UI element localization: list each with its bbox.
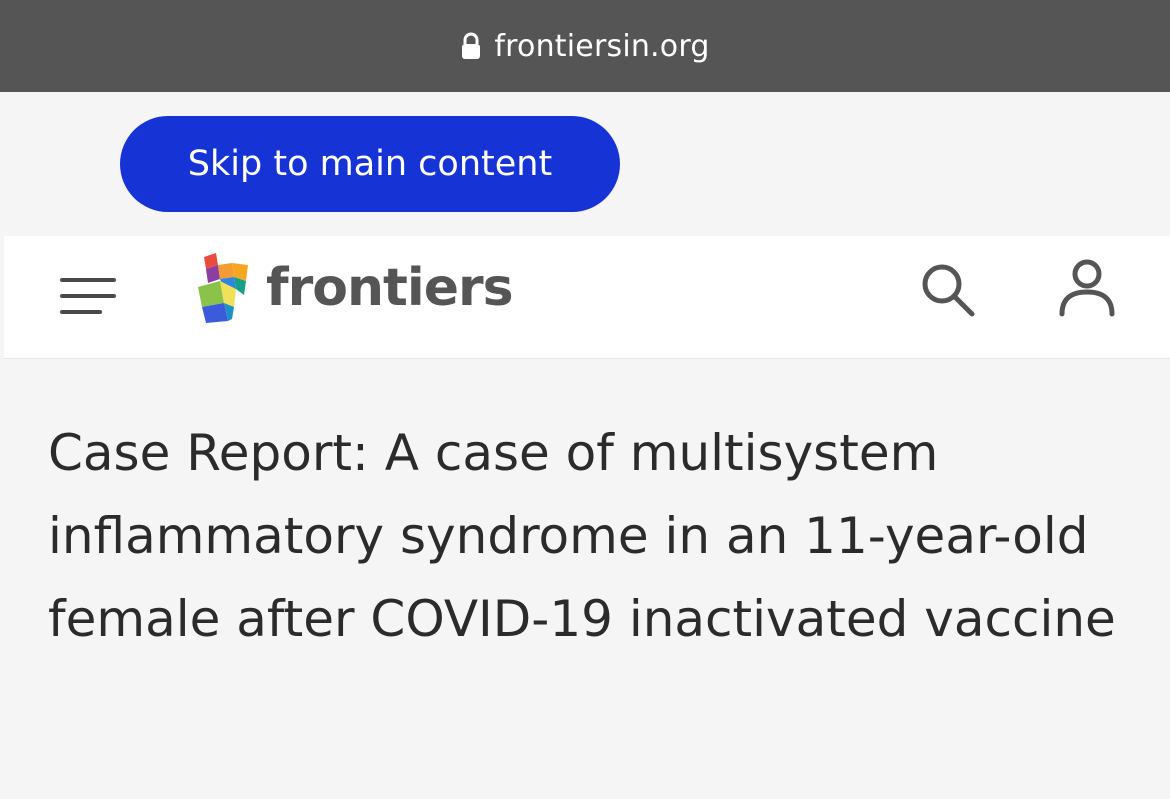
site-header: frontiers [4, 236, 1170, 358]
skip-link-area: Skip to main content [0, 92, 1170, 236]
url-text: frontiersin.org [494, 28, 710, 64]
user-account-icon[interactable] [1056, 256, 1118, 322]
browser-address-bar[interactable]: frontiersin.org [0, 0, 1170, 92]
article-header: Case Report: A case of multisystem infla… [48, 412, 1128, 661]
frontiers-logo[interactable]: frontiers [194, 248, 514, 328]
frontiers-logo-icon [198, 253, 248, 323]
search-icon[interactable] [916, 258, 978, 320]
skip-to-main-content-button[interactable]: Skip to main content [120, 116, 620, 212]
article-title: Case Report: A case of multisystem infla… [48, 424, 1116, 648]
hamburger-menu-icon[interactable] [60, 266, 120, 326]
lock-icon [460, 32, 482, 60]
logo-text: frontiers [266, 258, 514, 318]
